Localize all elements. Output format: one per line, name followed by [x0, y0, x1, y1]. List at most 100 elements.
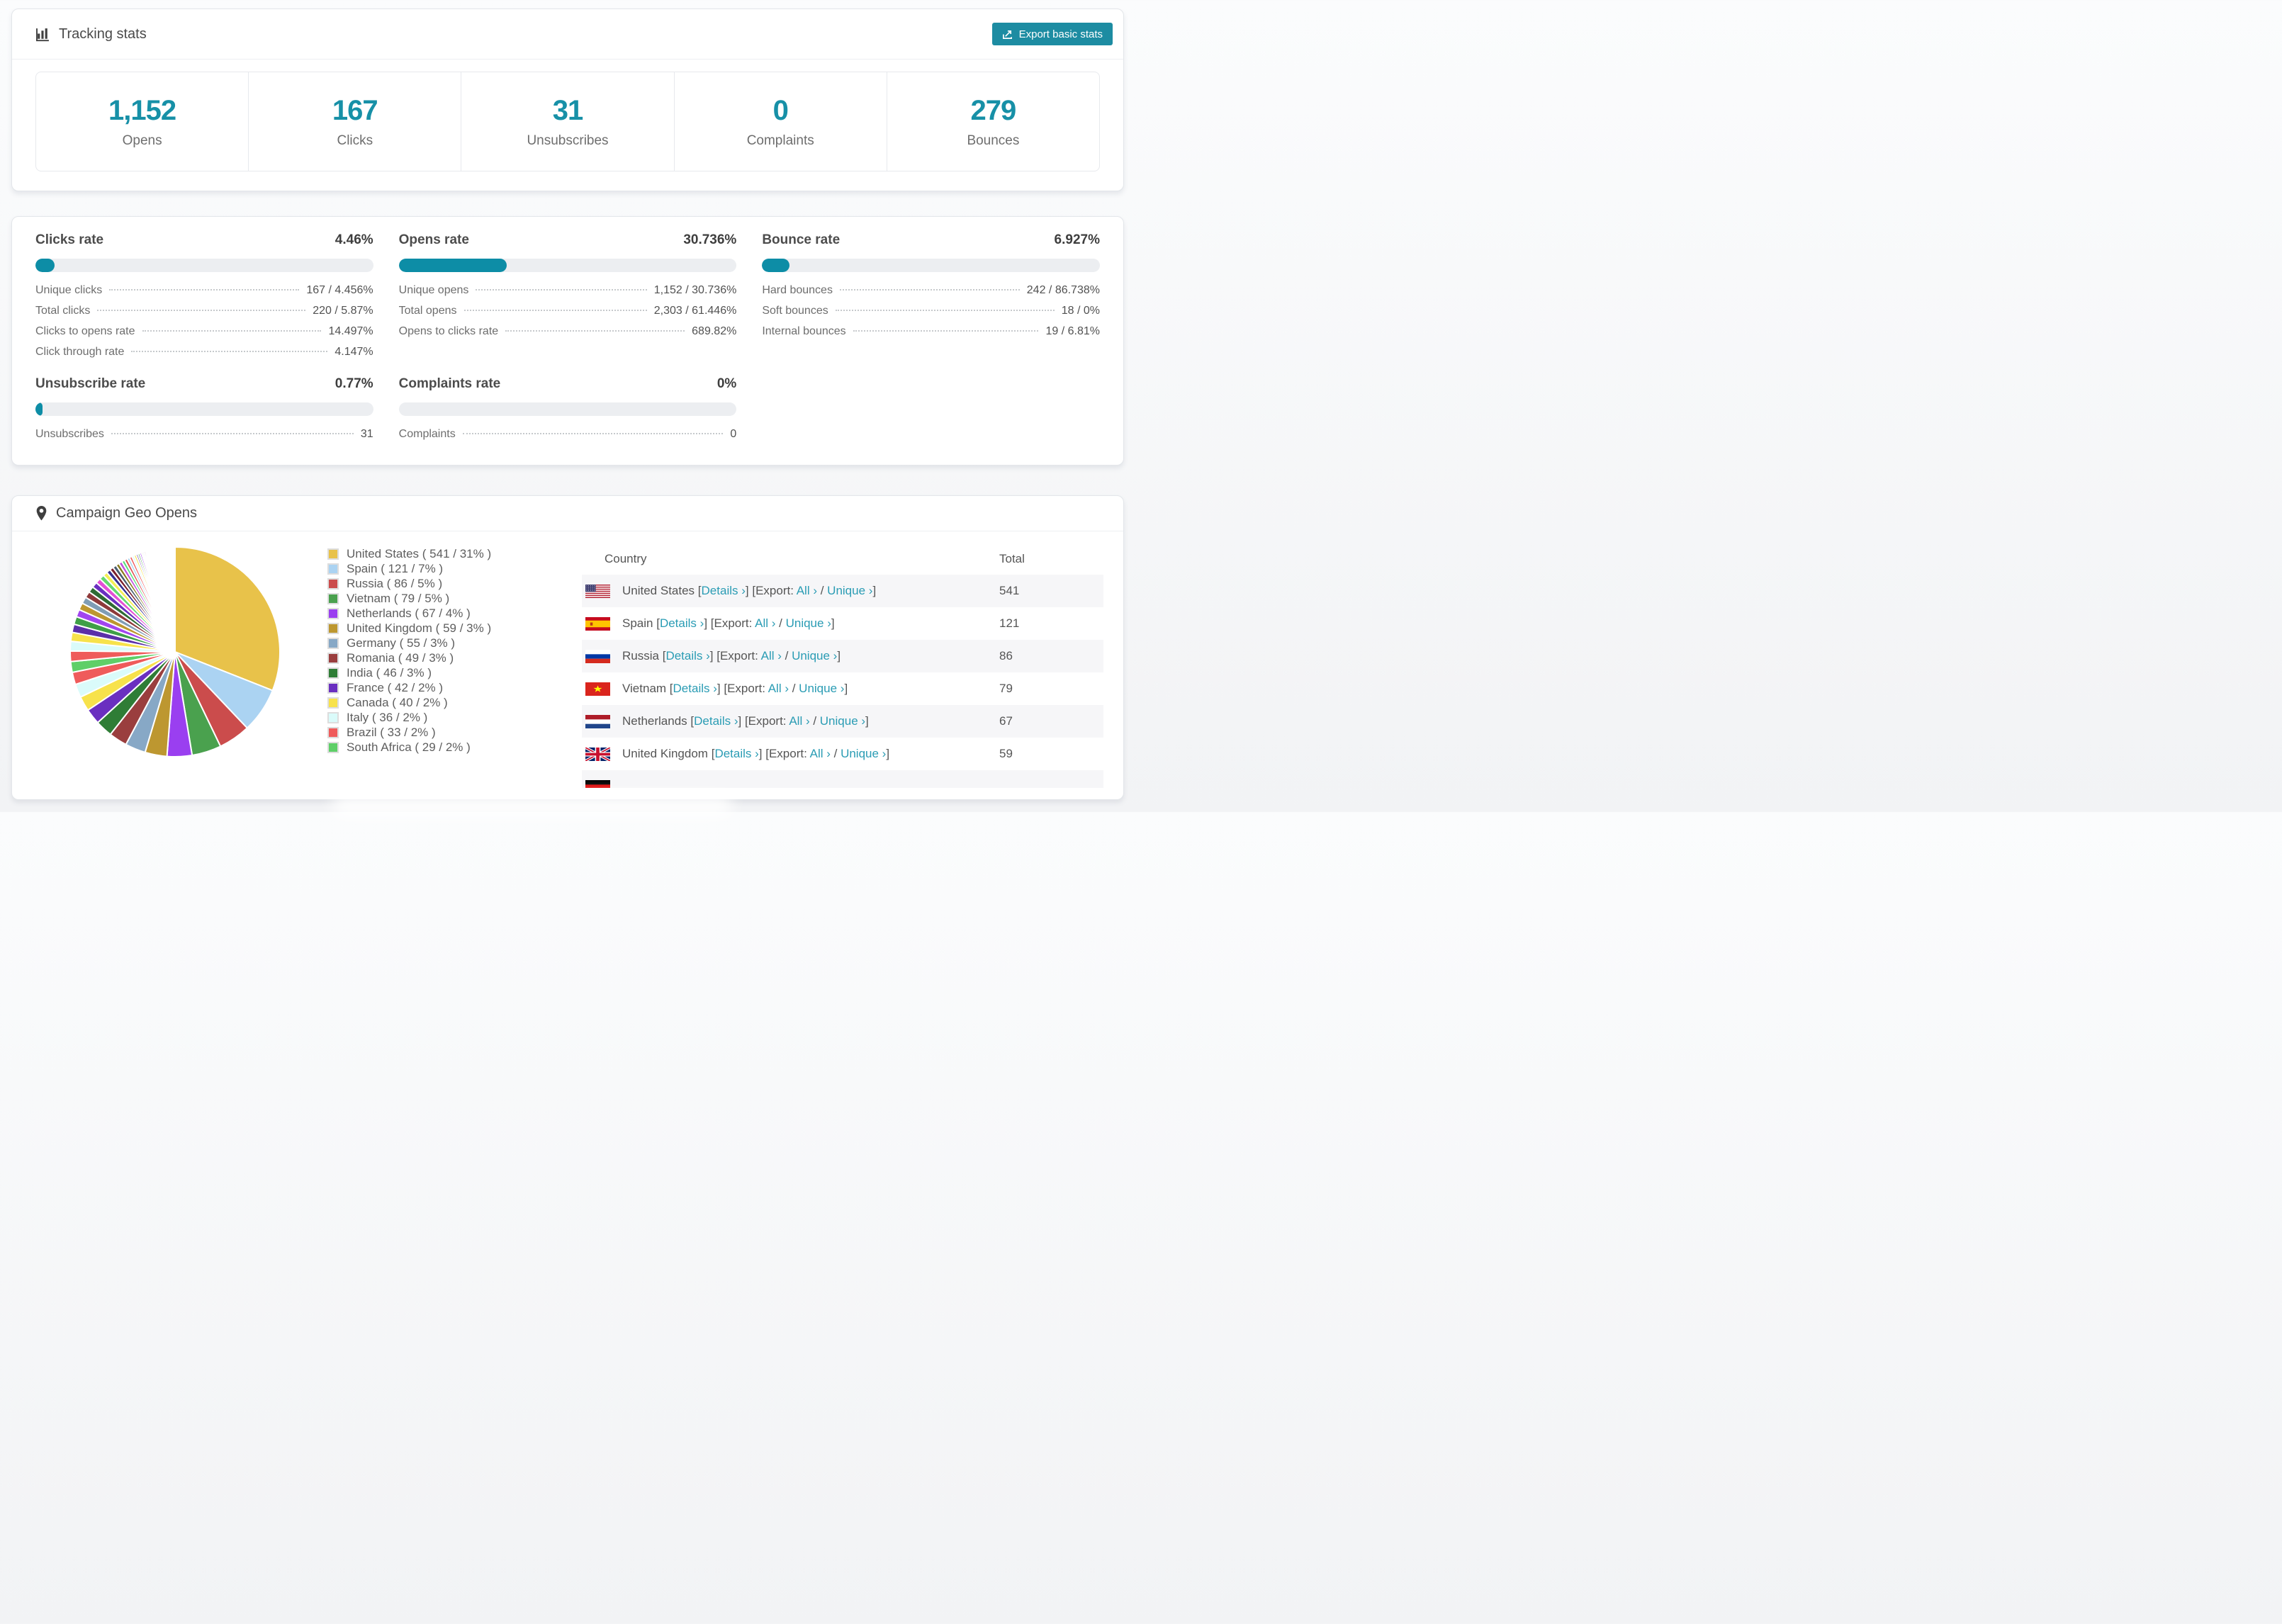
export-unique-link[interactable]: Unique › — [820, 714, 865, 728]
legend-item-4[interactable]: Netherlands ( 67 / 4% ) — [327, 606, 491, 621]
legend-item-8[interactable]: India ( 46 / 3% ) — [327, 665, 491, 680]
legend-item-11[interactable]: Italy ( 36 / 2% ) — [327, 710, 491, 725]
legend-label: Italy ( 36 / 2% ) — [347, 710, 428, 724]
legend-swatch — [327, 697, 339, 709]
legend-swatch — [327, 652, 339, 664]
rate-detail-label: Unique clicks — [35, 284, 103, 296]
country-total: 67 — [999, 714, 1013, 728]
legend-item-13[interactable]: South Africa ( 29 / 2% ) — [327, 740, 491, 755]
export-all-link[interactable]: All › — [810, 747, 831, 760]
summary-label: Unsubscribes — [527, 132, 609, 148]
rate-detail-value: 0 — [730, 428, 737, 440]
rate-detail-row: Total clicks 220 / 5.87% — [35, 305, 373, 325]
rate-progress-fill — [35, 259, 55, 272]
rate-progress-fill — [762, 259, 790, 272]
dotted-leader — [476, 289, 647, 291]
export-all-link[interactable]: All › — [761, 649, 782, 662]
export-unique-link[interactable]: Unique › — [792, 649, 837, 662]
legend-item-2[interactable]: Russia ( 86 / 5% ) — [327, 576, 491, 591]
country-name: United Kingdom — [622, 747, 708, 760]
legend-label: Netherlands ( 67 / 4% ) — [347, 606, 471, 620]
rate-detail-value: 167 / 4.456% — [306, 284, 373, 296]
details-link[interactable]: Details › — [714, 747, 758, 760]
rate-detail-label: Click through rate — [35, 346, 125, 358]
rate-detail-row: Opens to clicks rate 689.82% — [399, 325, 737, 346]
export-unique-link[interactable]: Unique › — [841, 747, 886, 760]
rate-detail-label: Unsubscribes — [35, 428, 104, 440]
details-link[interactable]: Details › — [660, 616, 704, 630]
country-name: Spain — [622, 616, 653, 630]
legend-item-5[interactable]: United Kingdom ( 59 / 3% ) — [327, 621, 491, 636]
rate-detail-label: Internal bounces — [762, 325, 846, 337]
legend-swatch — [327, 563, 339, 575]
legend-item-3[interactable]: Vietnam ( 79 / 5% ) — [327, 591, 491, 606]
geo-table: Country Total United States [Details ›] … — [582, 543, 1103, 788]
country-total: 121 — [999, 616, 1020, 630]
card-title: Tracking stats — [59, 26, 147, 42]
details-link[interactable]: Details › — [694, 714, 738, 728]
legend-item-7[interactable]: Romania ( 49 / 3% ) — [327, 650, 491, 665]
legend-label: Spain ( 121 / 7% ) — [347, 561, 444, 575]
legend-label: Russia ( 86 / 5% ) — [347, 576, 443, 590]
rate-progress-track — [762, 259, 1100, 272]
export-all-link[interactable]: All › — [755, 616, 775, 630]
rate-detail-row: Hard bounces 242 / 86.738% — [762, 284, 1100, 305]
dotted-leader — [131, 351, 328, 352]
map-pin-icon — [35, 506, 47, 521]
table-row-united-states: United States [Details ›] [Export: All ›… — [582, 575, 1103, 607]
legend-label: Romania ( 49 / 3% ) — [347, 650, 454, 665]
legend-label: India ( 46 / 3% ) — [347, 665, 432, 680]
details-link[interactable]: Details › — [702, 584, 746, 597]
legend-item-0[interactable]: United States ( 541 / 31% ) — [327, 546, 491, 561]
legend-item-1[interactable]: Spain ( 121 / 7% ) — [327, 561, 491, 576]
legend-label: United Kingdom ( 59 / 3% ) — [347, 621, 492, 635]
table-row-russia: Russia [Details ›] [Export: All › / Uniq… — [582, 640, 1103, 672]
details-link[interactable]: Details › — [673, 682, 717, 695]
legend-item-10[interactable]: Canada ( 40 / 2% ) — [327, 695, 491, 710]
rate-detail-row: Complaints 0 — [399, 428, 737, 449]
country-total: 86 — [999, 649, 1013, 662]
dotted-leader — [463, 310, 647, 311]
rate-detail-value: 689.82% — [692, 325, 737, 337]
column-header-total: Total — [999, 552, 1025, 565]
country-name: United States — [622, 584, 695, 597]
dotted-leader — [839, 289, 1020, 291]
summary-value: 31 — [552, 94, 583, 126]
legend-item-12[interactable]: Brazil ( 33 / 2% ) — [327, 725, 491, 740]
rate-value: 0.77% — [335, 376, 373, 391]
country-total: 541 — [999, 584, 1020, 597]
rate-detail-label: Total clicks — [35, 305, 91, 317]
rate-detail-row: Clicks to opens rate 14.497% — [35, 325, 373, 346]
dotted-leader — [462, 433, 724, 434]
legend-item-9[interactable]: France ( 42 / 2% ) — [327, 680, 491, 695]
export-all-link[interactable]: All › — [789, 714, 809, 728]
rate-detail-label: Clicks to opens rate — [35, 325, 135, 337]
rate-value: 30.736% — [683, 232, 737, 247]
export-basic-stats-button[interactable]: Export basic stats — [991, 23, 1113, 45]
export-all-link[interactable]: All › — [768, 682, 789, 695]
export-unique-link[interactable]: Unique › — [786, 616, 831, 630]
export-all-link[interactable]: All › — [797, 584, 817, 597]
legend-swatch — [327, 726, 339, 738]
column-header-country: Country — [605, 552, 647, 565]
rate-value: 4.46% — [335, 232, 373, 247]
legend-label: Brazil ( 33 / 2% ) — [347, 725, 436, 739]
legend-swatch — [327, 548, 339, 560]
rate-detail-label: Total opens — [398, 305, 457, 317]
geo-opens-pie-chart — [69, 546, 281, 757]
summary-box-opens: 1,152 Opens — [36, 72, 248, 171]
rate-progress-fill — [398, 259, 507, 272]
geo-content: United States ( 541 / 31% ) Spain ( 121 … — [12, 531, 1123, 799]
bar-chart-icon — [35, 27, 50, 42]
rate-detail-row: Unsubscribes 31 — [35, 428, 373, 449]
details-link[interactable]: Details › — [665, 649, 709, 662]
rate-progress-track — [398, 402, 737, 416]
export-unique-link[interactable]: Unique › — [827, 584, 872, 597]
legend-item-6[interactable]: Germany ( 55 / 3% ) — [327, 636, 491, 650]
rate-detail-value: 14.497% — [328, 325, 373, 337]
rate-progress-track — [398, 259, 737, 272]
rate-detail-label: Complaints — [398, 428, 456, 440]
export-unique-link[interactable]: Unique › — [799, 682, 844, 695]
rate-detail-value: 1,152 / 30.736% — [653, 284, 737, 296]
rate-detail-value: 2,303 / 61.446% — [653, 305, 737, 317]
